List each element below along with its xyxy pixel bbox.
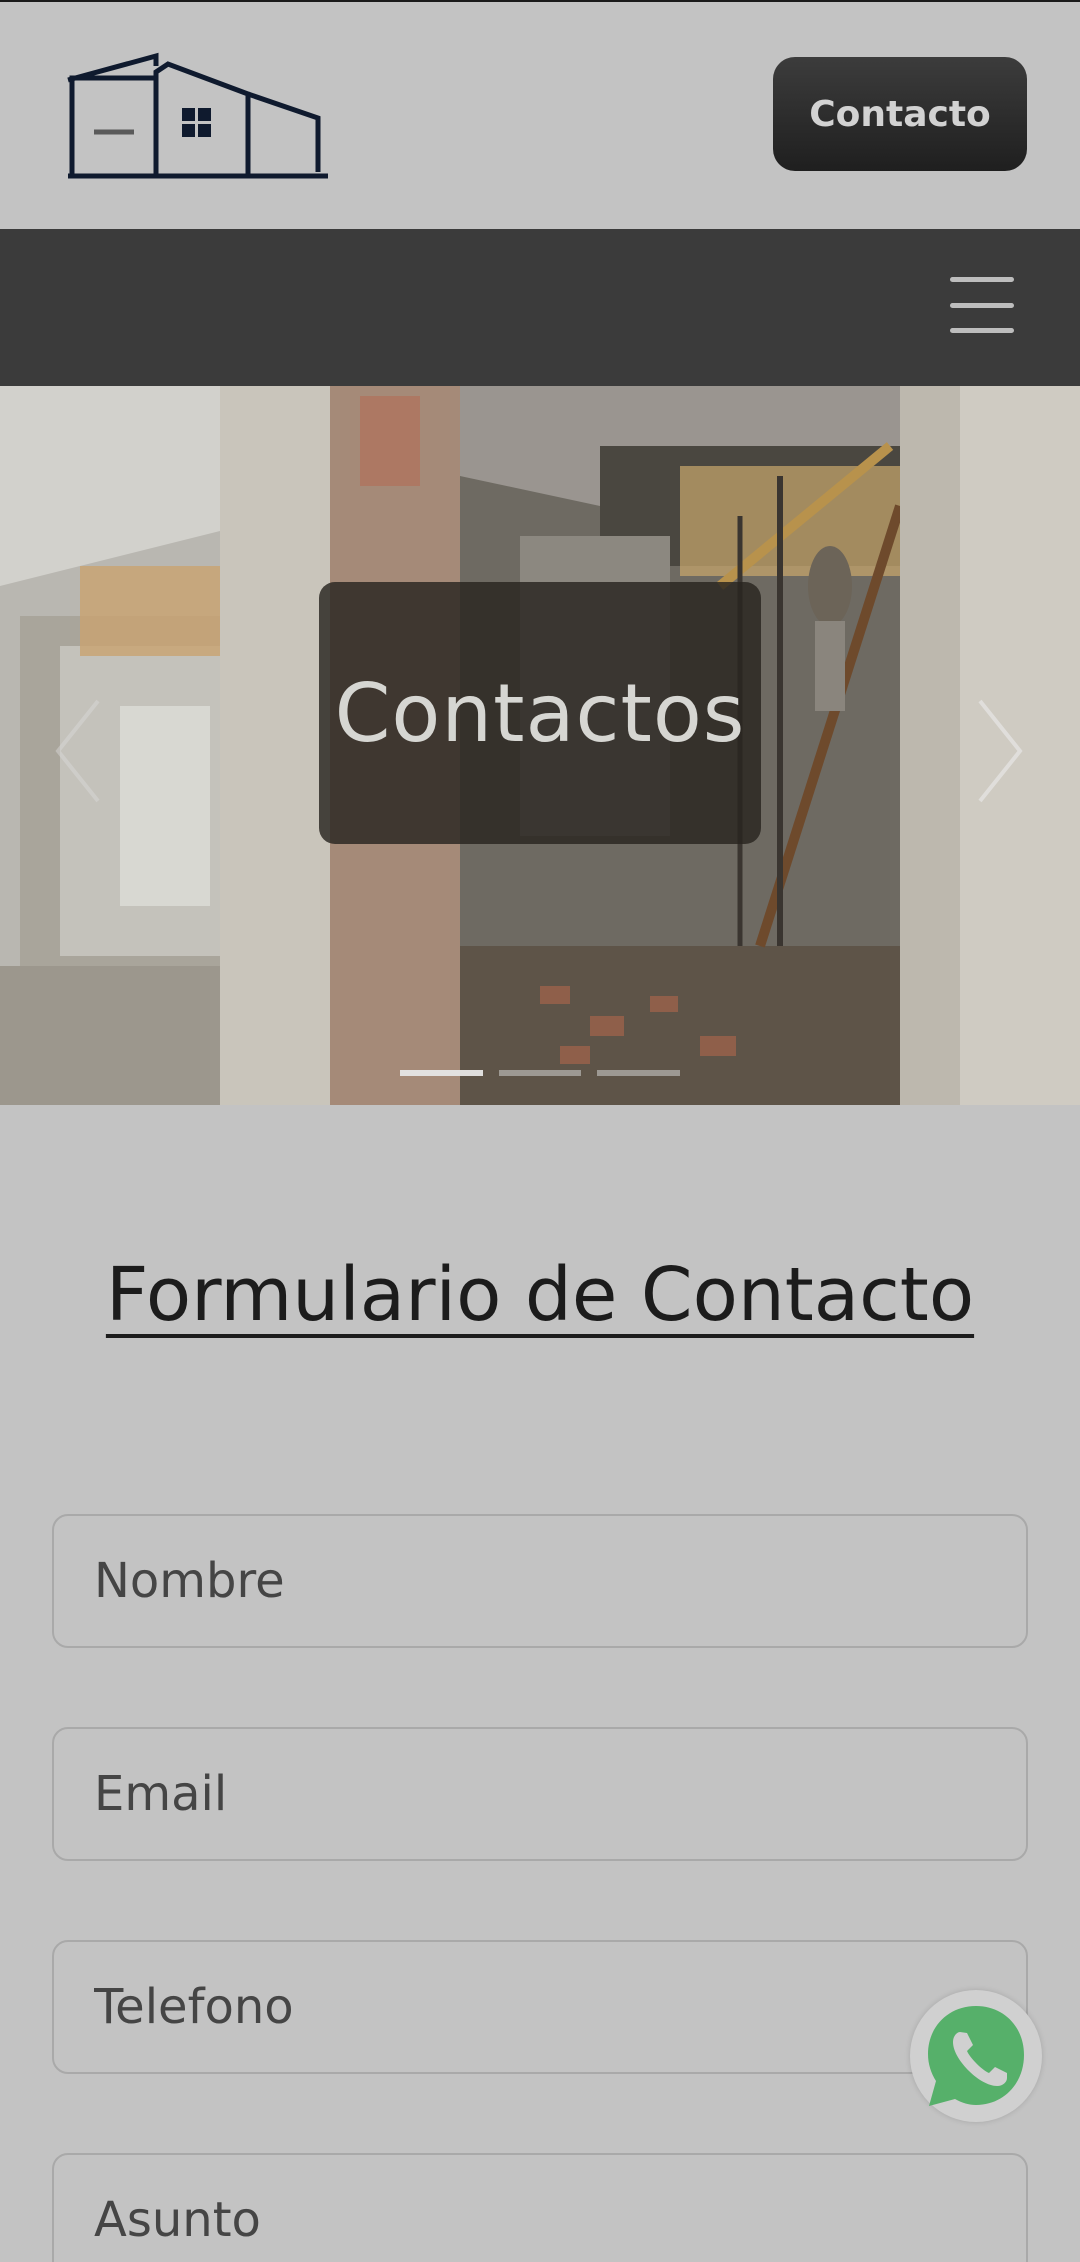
telefono-field[interactable] [52, 1940, 1028, 2074]
contact-button[interactable]: Contacto [773, 57, 1027, 171]
hero-title-box: Contactos [319, 582, 761, 844]
asunto-field[interactable] [52, 2153, 1028, 2262]
nombre-field[interactable] [52, 1514, 1028, 1648]
hamburger-menu-icon[interactable] [950, 277, 1014, 333]
chevron-right-icon[interactable] [970, 696, 1030, 806]
chevron-left-icon[interactable] [48, 696, 108, 806]
carousel-indicator-3[interactable] [597, 1070, 681, 1076]
contact-page: Contacto Contactos Formulario de Contact… [0, 0, 1080, 2262]
carousel-indicators [400, 1070, 681, 1080]
whatsapp-icon [928, 2006, 1024, 2106]
site-header: Contacto [0, 0, 1080, 229]
carousel-indicator-1[interactable] [400, 1070, 483, 1076]
carousel-indicator-2[interactable] [498, 1070, 582, 1076]
email-field[interactable] [52, 1727, 1028, 1861]
main-navbar [0, 229, 1080, 386]
hero-carousel: Contactos [0, 386, 1080, 1105]
whatsapp-button[interactable] [910, 1990, 1042, 2122]
house-logo-icon[interactable] [64, 52, 330, 180]
hero-title: Contactos [334, 666, 746, 760]
form-title: Formulario de Contacto [105, 1252, 975, 1338]
